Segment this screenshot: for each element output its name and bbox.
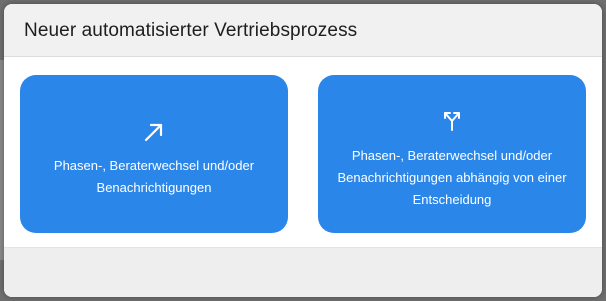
- option-label-decision: Phasen-, Beraterwechsel und/oder Benachr…: [337, 148, 567, 207]
- modal-title: Neuer automatisierter Vertriebsprozess: [24, 20, 358, 41]
- option-card-simple[interactable]: Phasen-, Beraterwechsel und/oder Benachr…: [20, 75, 288, 233]
- modal-header: Neuer automatisierter Vertriebsprozess: [4, 4, 602, 57]
- modal-body: Phasen-, Beraterwechsel und/oder Benachr…: [4, 57, 602, 247]
- new-sales-process-modal: Neuer automatisierter Vertriebsprozess P…: [4, 4, 602, 297]
- option-card-decision[interactable]: Phasen-, Beraterwechsel und/oder Benachr…: [318, 75, 586, 233]
- branch-split-icon: [318, 110, 586, 137]
- modal-footer: [4, 247, 602, 297]
- option-label-simple: Phasen-, Beraterwechsel und/oder Benachr…: [53, 158, 255, 195]
- arrow-up-right-icon: [20, 121, 288, 148]
